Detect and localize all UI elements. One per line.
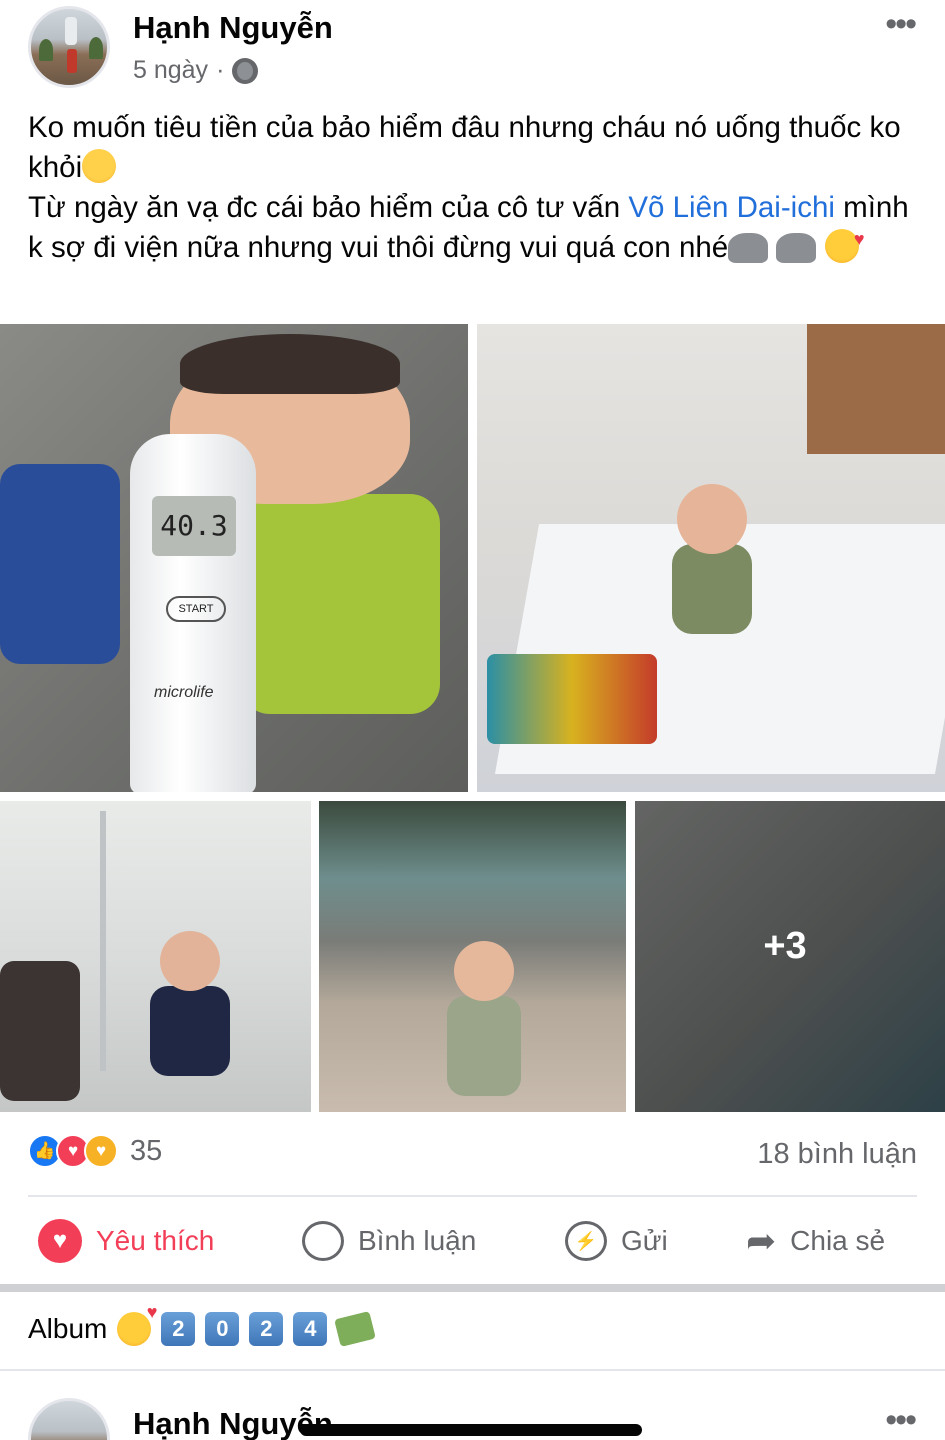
sad-face-emoji-icon bbox=[82, 149, 117, 183]
thermometer-start-label: START bbox=[166, 596, 226, 622]
smiling-hearts-emoji-icon bbox=[117, 1302, 157, 1346]
post-time[interactable]: 5 ngày bbox=[133, 56, 208, 85]
album-label: Album bbox=[28, 1313, 108, 1344]
thermometer-reading: 40.3 bbox=[152, 496, 236, 556]
post-text-line2-prefix: Từ ngày ăn vạ đc cái bảo hiểm của cô tư … bbox=[28, 191, 629, 224]
photo-child-hair bbox=[180, 334, 400, 394]
share-button-label: Chia sẻ bbox=[790, 1225, 886, 1256]
photo-hospital-corridor[interactable] bbox=[0, 801, 311, 1112]
care-icon: ♥ bbox=[84, 1134, 118, 1168]
photo-pool-walkway[interactable] bbox=[319, 801, 626, 1112]
send-button[interactable]: ⚡ Gửi bbox=[565, 1208, 668, 1274]
photo-pool-edge[interactable]: +3 bbox=[635, 801, 945, 1112]
send-button-label: Gửi bbox=[621, 1225, 668, 1256]
mention-link[interactable]: Võ Liên Dai-ichi bbox=[628, 191, 835, 224]
photo-hospital-bed[interactable] bbox=[477, 324, 945, 792]
post-text-line1: Ko muốn tiêu tiền của bảo hiểm đâu nhưng… bbox=[28, 111, 901, 184]
author-avatar[interactable] bbox=[28, 1398, 110, 1440]
comment-button-label: Bình luận bbox=[358, 1225, 477, 1256]
share-arrow-icon: ➦ bbox=[746, 1220, 777, 1261]
avatar-tree-right bbox=[89, 37, 103, 59]
divider bbox=[28, 1195, 917, 1197]
more-photos-count[interactable]: +3 bbox=[635, 801, 945, 1112]
album-row[interactable]: Album 2 0 2 4 bbox=[28, 1302, 377, 1347]
photo-sofa bbox=[0, 961, 80, 1101]
more-options-icon[interactable]: ••• bbox=[885, 7, 917, 41]
elephant-emoji-icon bbox=[776, 233, 817, 263]
reaction-count: 35 bbox=[130, 1134, 163, 1167]
photo-iv-stand bbox=[100, 811, 106, 1071]
more-options-icon[interactable]: ••• bbox=[885, 1403, 917, 1437]
avatar-person bbox=[67, 49, 77, 73]
post-header: Hạnh Nguyễn 5 ngày · ••• bbox=[0, 0, 945, 100]
messenger-icon: ⚡ bbox=[565, 1221, 607, 1261]
author-name[interactable]: Hạnh Nguyễn bbox=[133, 10, 333, 46]
thermometer-brand: microlife bbox=[154, 684, 214, 701]
comment-bubble-icon bbox=[302, 1221, 344, 1261]
photo-child-body bbox=[447, 996, 521, 1096]
photo-child-face bbox=[454, 941, 514, 1001]
photo-toys bbox=[487, 654, 657, 744]
comment-button[interactable]: Bình luận bbox=[302, 1208, 476, 1274]
photo-child-face bbox=[677, 484, 747, 554]
share-button[interactable]: ➦ Chia sẻ bbox=[746, 1208, 885, 1274]
heart-icon: ♥ bbox=[38, 1219, 82, 1263]
elephant-emoji-icon bbox=[728, 233, 769, 263]
home-indicator[interactable] bbox=[300, 1424, 642, 1436]
meta-separator: · bbox=[216, 56, 225, 84]
keycap-digit: 2 bbox=[161, 1312, 196, 1346]
photo-thermometer[interactable]: 40.3 START microlife bbox=[0, 324, 468, 792]
keycap-digit: 4 bbox=[293, 1312, 328, 1346]
avatar-tree-left bbox=[39, 39, 53, 61]
action-bar: ♥ Yêu thích Bình luận ⚡ Gửi ➦ Chia sẻ bbox=[0, 1208, 945, 1274]
divider bbox=[0, 1369, 945, 1371]
photo-child-body bbox=[150, 986, 230, 1076]
globe-icon bbox=[232, 57, 259, 84]
photo-pillow bbox=[0, 464, 120, 664]
like-button[interactable]: ♥ Yêu thích bbox=[38, 1208, 214, 1274]
keycap-digit: 0 bbox=[205, 1312, 240, 1346]
comment-count[interactable]: 18 bình luận bbox=[757, 1138, 917, 1171]
author-avatar[interactable] bbox=[28, 6, 110, 88]
post-text: Ko muốn tiêu tiền của bảo hiểm đâu nhưng… bbox=[28, 108, 918, 268]
money-emoji-icon bbox=[334, 1311, 377, 1347]
reaction-summary[interactable]: 👍 ♥ ♥ 35 bbox=[28, 1134, 162, 1168]
photo-child-shirt bbox=[240, 494, 440, 714]
photo-headboard bbox=[807, 324, 945, 454]
like-button-label: Yêu thích bbox=[96, 1225, 215, 1256]
smiling-hearts-emoji-icon bbox=[824, 219, 865, 263]
thermometer: 40.3 START microlife bbox=[130, 434, 256, 792]
post-meta: 5 ngày · bbox=[133, 56, 259, 85]
photo-child-face bbox=[160, 931, 220, 991]
keycap-digit: 2 bbox=[249, 1312, 284, 1346]
photo-child-body bbox=[672, 544, 752, 634]
avatar-statue bbox=[65, 17, 77, 45]
feed-separator bbox=[0, 1284, 945, 1292]
